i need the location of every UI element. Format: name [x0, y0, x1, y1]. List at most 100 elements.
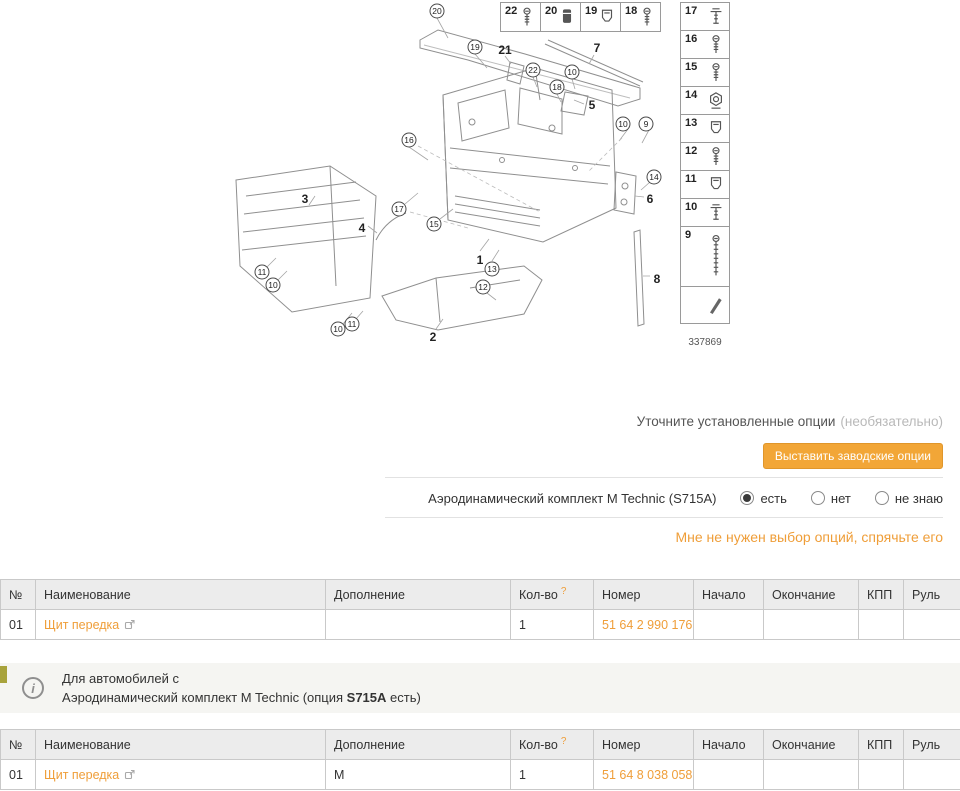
- diagram-callout-circled: 20: [429, 3, 445, 19]
- clip-icon: [710, 177, 722, 190]
- svg-text:10: 10: [333, 324, 343, 334]
- diagram-callout-circled: 15: [426, 216, 442, 232]
- rivet-icon: [710, 204, 722, 220]
- cell-kpp: [858, 609, 904, 640]
- diagram-callout-circled: 13: [484, 261, 500, 277]
- cell-rul: [903, 609, 960, 640]
- legend-number: 17: [685, 5, 698, 17]
- info-box-marker: [0, 666, 7, 683]
- diagram-callout-circled: 10: [564, 64, 580, 80]
- legend-item: 15: [680, 58, 730, 87]
- svg-text:20: 20: [432, 6, 442, 16]
- screw-icon: [523, 7, 531, 26]
- diagram-callout-circled: 10: [330, 321, 346, 337]
- legend-number: 22: [505, 5, 518, 17]
- part-name-text: Щит передка: [44, 767, 120, 782]
- options-title: Уточните установленные опции (необязатель…: [637, 414, 943, 429]
- radio-option-ne-znayu[interactable]: не знаю: [874, 491, 943, 506]
- info-line-2-suffix: есть): [386, 690, 421, 705]
- parts-diagram: 20192218101610 91417151312111010 1121 75634…: [235, 3, 662, 344]
- diagram-callout-circled: 14: [646, 169, 662, 185]
- svg-text:22: 22: [528, 65, 538, 75]
- diagram-callout-plain: 7: [594, 41, 601, 55]
- screw-icon: [643, 7, 651, 26]
- legend-number: 11: [685, 173, 697, 185]
- legend-item: 22: [500, 2, 541, 32]
- plug-icon: [562, 9, 572, 23]
- info-line-1: Для автомобилей с: [62, 670, 179, 686]
- svg-text:10: 10: [567, 67, 577, 77]
- svg-text:10: 10: [618, 119, 628, 129]
- radio-button[interactable]: [810, 491, 825, 505]
- diagram-callout-plain: 5: [589, 98, 596, 112]
- legend-item: 17: [680, 2, 730, 31]
- factory-options-button[interactable]: Выставить заводские опции: [762, 443, 943, 469]
- option-row: Аэродинамический комплект M Technic (S71…: [428, 487, 943, 509]
- part-name-link[interactable]: Щит передка: [44, 768, 135, 782]
- col-kpp: КПП: [858, 729, 904, 760]
- part-number-link[interactable]: 51 64 2 990 176: [602, 618, 692, 632]
- legend-item: 14: [680, 86, 730, 115]
- legend-number: 19: [585, 5, 598, 17]
- legend-item: [680, 286, 730, 324]
- svg-text:17: 17: [394, 204, 404, 214]
- diagram-callout-plain: 1: [477, 253, 484, 267]
- qty-help-link[interactable]: ?: [561, 736, 567, 747]
- svg-text:16: 16: [404, 135, 414, 145]
- qty-help-link[interactable]: ?: [561, 586, 567, 597]
- cell-addition: [325, 609, 511, 640]
- cell-num: 01: [0, 759, 36, 790]
- col-start: Начало: [693, 579, 764, 610]
- col-qty-label: Кол-во: [519, 588, 558, 603]
- diagram-callout-circled: 22: [525, 62, 541, 78]
- cell-number: 51 64 8 038 058: [593, 759, 694, 790]
- clip-icon: [710, 121, 722, 134]
- table-header-row: № Наименование Дополнение Кол-во? Номер …: [0, 729, 960, 760]
- radio-option-net[interactable]: нет: [810, 490, 851, 506]
- option-label: Аэродинамический комплект M Technic (S71…: [428, 490, 717, 506]
- svg-text:10: 10: [268, 280, 278, 290]
- part-number-link[interactable]: 51 64 8 038 058: [602, 768, 692, 782]
- legend-top-row: 22 20 19 18: [500, 2, 661, 32]
- diagram-callout-circled: 10: [615, 116, 631, 132]
- svg-text:11: 11: [258, 267, 267, 277]
- diagram-callout-plain: 2: [430, 330, 437, 344]
- options-title-text: Уточните установленные опции: [636, 414, 836, 429]
- cell-addition: M: [325, 759, 511, 790]
- radio-button[interactable]: [740, 491, 755, 505]
- svg-text:18: 18: [552, 82, 562, 92]
- info-icon: [22, 677, 44, 699]
- parts-table-1: № Наименование Дополнение Кол-во? Номер …: [0, 579, 960, 640]
- screw-icon: [712, 63, 720, 82]
- legend-item: 13: [680, 114, 730, 143]
- info-option-code: S715A: [346, 690, 387, 705]
- legend-item: 19: [580, 2, 621, 32]
- cell-number: 51 64 2 990 176: [593, 609, 694, 640]
- rivet-icon: [710, 8, 722, 24]
- screw-icon: [712, 147, 720, 166]
- radio-option-est[interactable]: есть: [740, 491, 787, 506]
- diagram-callout-circled: 18: [549, 79, 565, 95]
- svg-text:19: 19: [470, 42, 480, 52]
- cell-name: Щит передка: [35, 759, 326, 790]
- legend-item: 18: [620, 2, 661, 32]
- nut-icon: [710, 92, 722, 109]
- radio-label: нет: [830, 490, 851, 506]
- radio-button[interactable]: [874, 491, 889, 505]
- diagram-callout-circled: 16: [401, 132, 417, 148]
- cell-num: 01: [0, 609, 36, 640]
- legend-item: 10: [680, 198, 730, 227]
- part-name-link[interactable]: Щит передка: [44, 618, 135, 632]
- col-addition: Дополнение: [325, 579, 511, 610]
- screw-icon: [712, 35, 720, 54]
- svg-text:13: 13: [487, 264, 497, 274]
- svg-text:11: 11: [348, 319, 357, 329]
- diagram-callout-circled: 19: [467, 39, 483, 55]
- legend-number: 9: [685, 229, 692, 241]
- hide-options-link[interactable]: Мне не нужен выбор опций, спрячьте его: [675, 529, 943, 545]
- col-end: Окончание: [763, 729, 859, 760]
- cell-start: [693, 759, 764, 790]
- diagram-callout-circled: 9: [638, 116, 654, 132]
- col-number: Номер: [593, 729, 694, 760]
- info-box: Для автомобилей с Аэродинамический компл…: [0, 663, 960, 713]
